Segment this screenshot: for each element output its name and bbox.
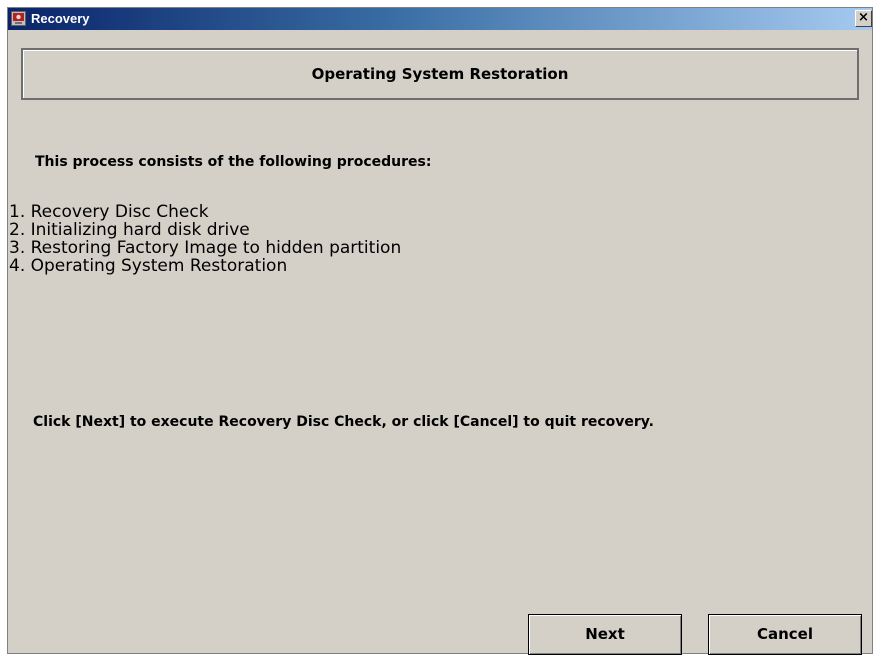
procedure-list: 1. Recovery Disc Check 2. Initializing h…: [9, 203, 401, 275]
close-icon: ×: [858, 10, 869, 25]
list-item: 2. Initializing hard disk drive: [9, 220, 250, 240]
cancel-button[interactable]: Cancel: [708, 614, 862, 655]
recovery-app-icon: [11, 11, 26, 26]
window-title: Recovery: [31, 11, 90, 26]
close-button[interactable]: ×: [855, 10, 872, 27]
title-bar[interactable]: Recovery ×: [8, 8, 872, 30]
next-button[interactable]: Next: [528, 614, 682, 655]
list-item: 3. Restoring Factory Image to hidden par…: [9, 238, 402, 258]
instruction-text: Click [Next] to execute Recovery Disc Ch…: [33, 414, 654, 430]
page-title: Operating System Restoration: [311, 65, 569, 83]
header-panel: Operating System Restoration: [21, 48, 859, 100]
recovery-dialog: Recovery × Operating System Restoration …: [7, 7, 873, 655]
intro-text: This process consists of the following p…: [35, 154, 432, 170]
list-item: 4. Operating System Restoration: [9, 256, 288, 276]
list-item: 1. Recovery Disc Check: [9, 202, 209, 222]
